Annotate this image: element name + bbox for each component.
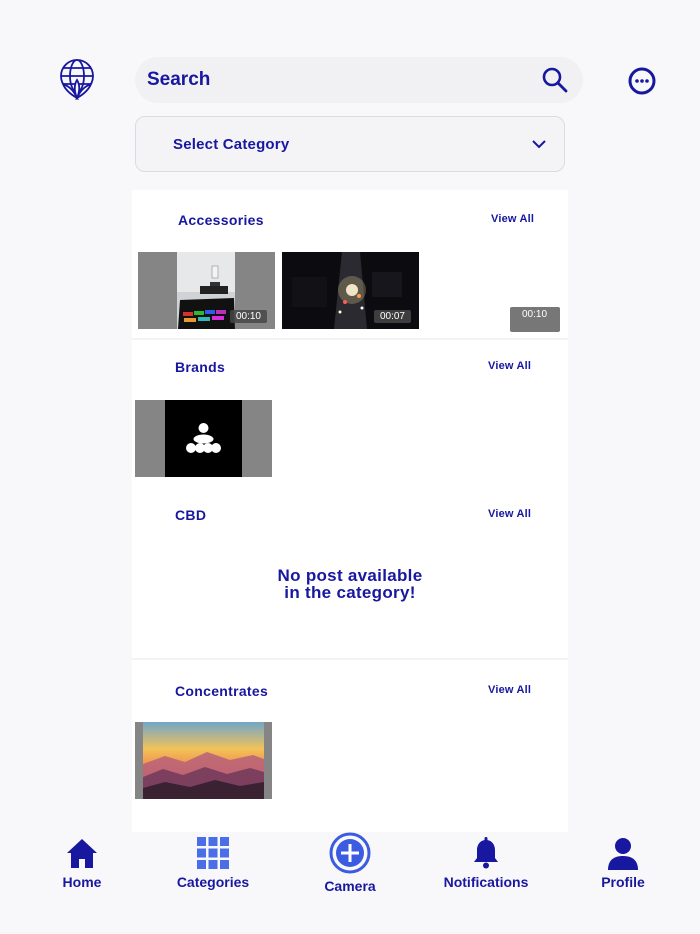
tab-label: Camera bbox=[324, 878, 376, 894]
tab-label: Home bbox=[62, 874, 102, 890]
brand-thumbnail[interactable] bbox=[135, 400, 272, 477]
tab-camera[interactable]: Camera bbox=[320, 832, 380, 894]
more-options-icon[interactable] bbox=[627, 66, 657, 96]
video-thumbnail[interactable] bbox=[135, 722, 272, 799]
globe-leaf-logo-icon bbox=[60, 59, 94, 100]
chevron-down-icon bbox=[532, 140, 546, 149]
video-thumbnail[interactable]: 00:07 bbox=[282, 252, 419, 329]
section-cbd: CBD View All No post available in the ca… bbox=[132, 490, 568, 658]
section-title: CBD bbox=[175, 507, 207, 523]
empty-state-message: No post available in the category! bbox=[132, 567, 568, 601]
home-icon bbox=[67, 839, 97, 868]
section-accessories: Accessories View All 00:10 00:07 00:10 bbox=[132, 190, 568, 338]
user-icon bbox=[608, 838, 638, 870]
brand-logo-image bbox=[135, 400, 272, 477]
video-duration: 00:07 bbox=[373, 310, 411, 323]
search-input[interactable] bbox=[147, 69, 541, 91]
section-concentrates: Concentrates View All bbox=[132, 660, 568, 832]
view-all-link[interactable]: View All bbox=[491, 213, 534, 225]
plus-circle-icon bbox=[329, 832, 371, 874]
tab-notifications[interactable]: Notifications bbox=[440, 836, 532, 890]
grid-icon bbox=[197, 837, 229, 869]
view-all-link[interactable]: View All bbox=[488, 508, 531, 520]
tab-label: Notifications bbox=[443, 874, 529, 890]
category-select[interactable]: Select Category bbox=[135, 116, 565, 172]
empty-state-line: in the category! bbox=[284, 583, 416, 602]
bottom-tab-bar: Home Categories Camera Notifications Pro… bbox=[0, 832, 700, 934]
tab-home[interactable]: Home bbox=[57, 836, 107, 890]
section-brands: Brands View All bbox=[132, 340, 568, 490]
category-select-label: Select Category bbox=[173, 135, 290, 153]
tab-label: Profile bbox=[601, 874, 645, 890]
view-all-link[interactable]: View All bbox=[488, 360, 531, 372]
bell-icon bbox=[474, 837, 498, 869]
video-duration[interactable]: 00:10 bbox=[510, 307, 560, 332]
search-icon[interactable] bbox=[541, 66, 569, 94]
section-title: Brands bbox=[175, 359, 226, 375]
mountain-sunset-image bbox=[135, 722, 272, 799]
empty-state-line: No post available bbox=[277, 566, 423, 585]
section-title: Accessories bbox=[178, 212, 264, 228]
search-bar[interactable] bbox=[135, 57, 583, 103]
view-all-link[interactable]: View All bbox=[488, 684, 531, 696]
video-thumbnail[interactable]: 00:10 bbox=[138, 252, 275, 329]
tab-profile[interactable]: Profile bbox=[596, 836, 650, 890]
video-duration: 00:10 bbox=[229, 310, 267, 323]
section-title: Concentrates bbox=[175, 683, 269, 699]
tab-categories[interactable]: Categories bbox=[170, 836, 256, 890]
category-feed: Accessories View All 00:10 00:07 00:10 B… bbox=[132, 190, 568, 832]
tab-label: Categories bbox=[176, 874, 250, 890]
